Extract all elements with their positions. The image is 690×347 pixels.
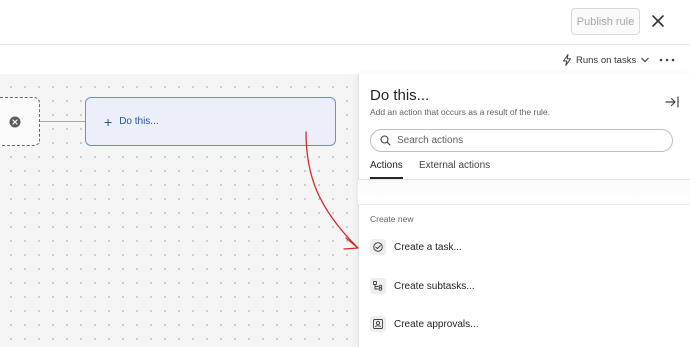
annotation-arrow [305,131,359,250]
